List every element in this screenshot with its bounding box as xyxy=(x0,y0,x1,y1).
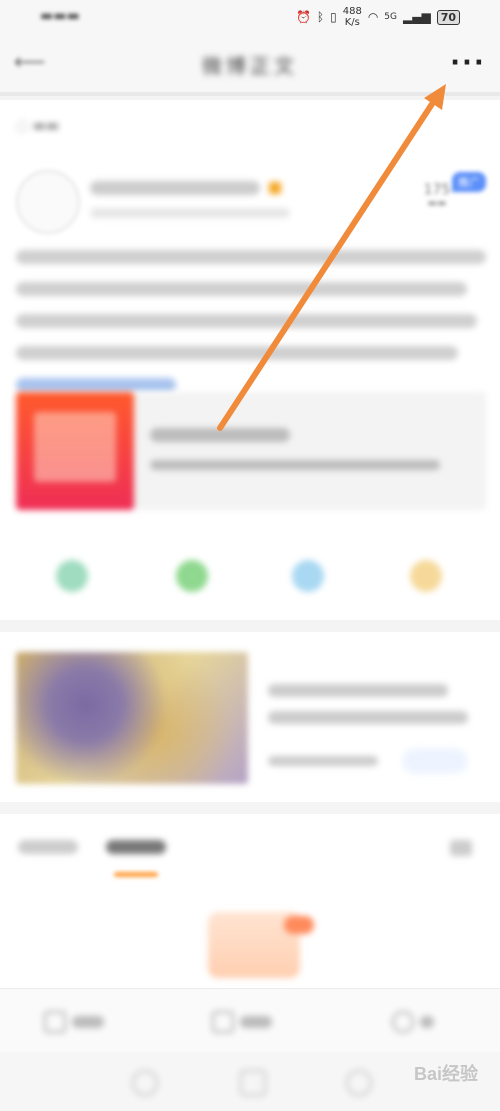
share-row xyxy=(0,540,500,600)
post-body xyxy=(16,238,486,392)
tab-underline xyxy=(114,872,158,877)
vip-badge-icon xyxy=(268,181,281,194)
baidu-watermark: Bai经验 xyxy=(413,1064,478,1084)
tab-comments[interactable] xyxy=(106,840,166,854)
network-speed-value: 488 xyxy=(342,6,362,17)
share-friends-icon[interactable] xyxy=(56,560,88,592)
sys-recent-icon[interactable] xyxy=(346,1070,372,1096)
post-text-line xyxy=(16,314,477,328)
author-name[interactable] xyxy=(90,178,281,196)
comment-tabs xyxy=(18,840,166,854)
signal-icon: ▂▄▆ xyxy=(403,10,431,24)
post-text-line xyxy=(16,282,468,296)
like-button[interactable] xyxy=(392,1011,434,1033)
status-icons: ⏰ ᛒ ▯ 488 K/s ◠ 5G ▂▄▆ 70 xyxy=(296,6,460,28)
embed-thumbnail xyxy=(16,392,134,510)
follow-row: ◌ ▬▬ xyxy=(16,118,60,134)
tab-reposts[interactable] xyxy=(18,840,78,854)
like-icon xyxy=(392,1011,414,1033)
share-qq-icon[interactable] xyxy=(292,560,324,592)
nav-bar: ⟵ 微博正文 ··· xyxy=(0,36,500,96)
wifi-icon: ◠ xyxy=(367,10,379,24)
more-options-button[interactable]: ··· xyxy=(448,46,488,80)
status-time: ▬▬▬ xyxy=(40,8,80,24)
sys-back-icon[interactable] xyxy=(132,1070,158,1096)
embedded-card[interactable] xyxy=(16,392,486,510)
bluetooth-icon: ᛒ xyxy=(316,10,325,24)
post-text-line xyxy=(16,346,458,360)
read-count-label: ▬▬ xyxy=(427,198,447,209)
embed-title xyxy=(150,428,290,442)
alarm-icon: ⏰ xyxy=(295,10,311,24)
read-count-value: 175 xyxy=(423,182,451,198)
post-meta xyxy=(90,208,290,218)
status-bar: ▬▬▬ ⏰ ᛒ ▯ 488 K/s ◠ 5G ▂▄▆ 70 xyxy=(0,0,500,36)
sys-home-icon[interactable] xyxy=(240,1070,266,1096)
repost-icon xyxy=(44,1011,66,1033)
post-link-line[interactable] xyxy=(16,378,176,392)
embed-subtitle xyxy=(150,460,440,470)
sort-icon[interactable] xyxy=(450,840,472,856)
battery-indicator: 70 xyxy=(436,9,460,25)
comment-icon xyxy=(212,1011,234,1033)
share-qzone-icon[interactable] xyxy=(410,560,442,592)
network-speed: 488 K/s xyxy=(343,6,362,28)
related-thumbnail[interactable] xyxy=(16,652,248,784)
more-dots-icon: ··· xyxy=(450,48,486,78)
post-text-line xyxy=(16,250,486,264)
comment-button[interactable] xyxy=(212,1011,272,1033)
share-wechat-icon[interactable] xyxy=(176,560,208,592)
sofa-badge xyxy=(284,916,314,934)
bottom-action-bar xyxy=(0,988,500,1053)
page-title: 微博正文 xyxy=(202,54,298,78)
related-action-button[interactable] xyxy=(402,748,468,774)
vibrate-icon: ▯ xyxy=(330,10,337,24)
network-speed-unit: K/s xyxy=(344,17,360,28)
read-count: 175 ▬▬ xyxy=(412,182,462,209)
signal-label: 5G xyxy=(384,12,397,22)
author-avatar[interactable] xyxy=(16,170,80,234)
repost-button[interactable] xyxy=(44,1011,104,1033)
related-title xyxy=(268,684,468,738)
related-meta xyxy=(268,756,378,766)
